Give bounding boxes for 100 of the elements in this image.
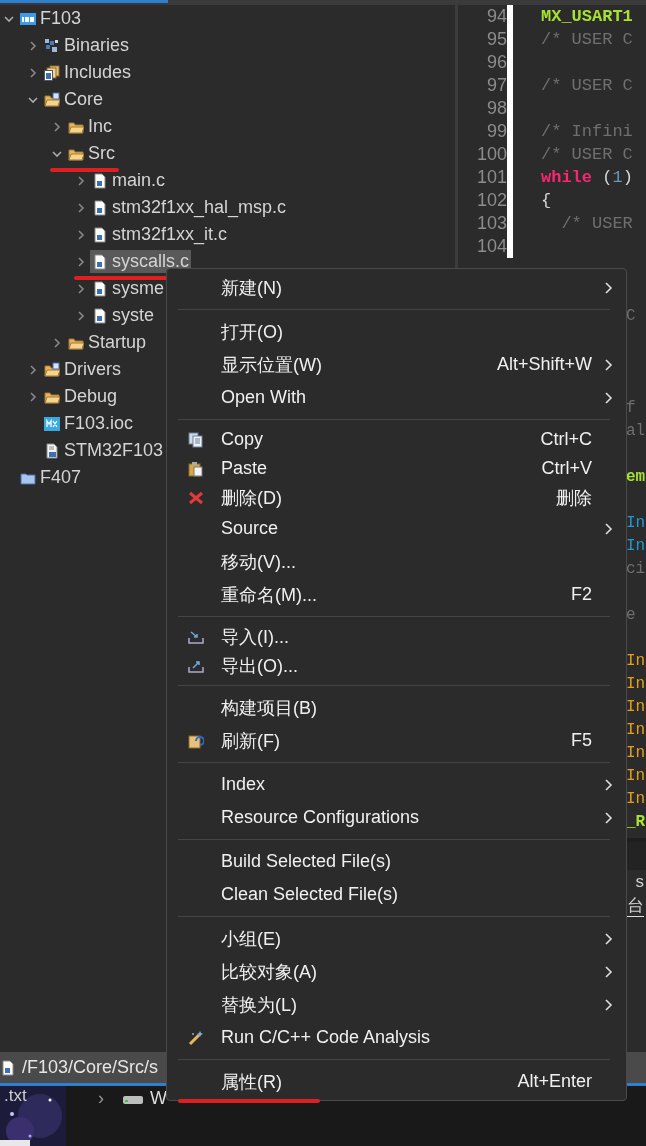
code-line: In bbox=[626, 743, 646, 762]
folder-icon bbox=[44, 361, 60, 378]
code-line: In bbox=[626, 536, 646, 555]
menu-item[interactable]: Resource Configurations bbox=[167, 801, 626, 834]
tree-item[interactable]: Includes bbox=[42, 61, 134, 84]
tree-item[interactable]: Debug bbox=[42, 385, 120, 408]
menu-item[interactable]: Clean Selected File(s) bbox=[167, 878, 626, 911]
menu-item[interactable]: 新建(N) bbox=[167, 271, 626, 304]
tree-item[interactable]: sysme bbox=[90, 277, 166, 300]
code-line: em bbox=[626, 467, 646, 486]
tree-item[interactable]: Core bbox=[42, 88, 105, 111]
file-icon bbox=[92, 253, 108, 270]
file-icon bbox=[92, 226, 108, 243]
code-line: while (1) bbox=[541, 168, 633, 187]
tree-item[interactable]: Drivers bbox=[42, 358, 123, 381]
file-icon bbox=[44, 442, 60, 459]
code-line: In bbox=[626, 720, 646, 739]
menu-item[interactable]: 导出(O)... bbox=[167, 651, 626, 680]
line-number: 102 bbox=[475, 190, 507, 211]
code-line: _R bbox=[626, 812, 646, 831]
menu-item[interactable]: 导入(I)... bbox=[167, 622, 626, 651]
breadcrumb-separator: › bbox=[98, 1088, 104, 1109]
menu-item[interactable]: Copy Ctrl+C bbox=[167, 425, 626, 454]
file-icon bbox=[0, 1059, 16, 1076]
menu-item[interactable]: 打开(O) bbox=[167, 315, 626, 348]
menu-item[interactable]: Paste Ctrl+V bbox=[167, 454, 626, 483]
tree-item[interactable]: Binaries bbox=[42, 34, 132, 57]
delete-icon bbox=[188, 489, 204, 506]
wand-icon bbox=[188, 1029, 204, 1046]
code-line: ci bbox=[626, 559, 646, 578]
menu-item[interactable]: 显示位置(W) Alt+Shift+W bbox=[167, 348, 626, 381]
menu-item[interactable]: 移动(V)... bbox=[167, 545, 626, 578]
tree-item[interactable]: main.c bbox=[90, 169, 167, 192]
code-line: C bbox=[626, 306, 636, 325]
code-line: In bbox=[626, 651, 646, 670]
project-icon bbox=[20, 10, 36, 27]
includes-icon bbox=[44, 64, 60, 81]
code-line: /* USER C bbox=[541, 30, 633, 49]
code-line: f bbox=[626, 398, 636, 417]
menu-item[interactable]: 刷新(F) F5 bbox=[167, 724, 626, 757]
tree-item[interactable]: Inc bbox=[66, 115, 114, 138]
menu-item[interactable]: 删除(D) 删除 bbox=[167, 483, 626, 512]
menu-item[interactable]: 构建项目(B) bbox=[167, 691, 626, 724]
tree-item[interactable]: Startup bbox=[66, 331, 149, 354]
code-line: /* USER C bbox=[541, 145, 633, 164]
folder-icon bbox=[44, 91, 60, 108]
file-name[interactable]: .txt bbox=[4, 1086, 27, 1106]
line-number: 97 bbox=[485, 75, 507, 96]
menu-item[interactable]: 替换为(L) bbox=[167, 988, 626, 1021]
file-icon bbox=[92, 172, 108, 189]
code-line: al bbox=[626, 421, 646, 440]
file-icon bbox=[44, 415, 60, 432]
code-line: In bbox=[626, 513, 646, 532]
line-number: 98 bbox=[485, 98, 507, 119]
file-icon bbox=[92, 199, 108, 216]
tree-item[interactable]: F103.ioc bbox=[42, 412, 136, 435]
line-number: 100 bbox=[475, 144, 507, 165]
menu-item[interactable]: Source bbox=[167, 512, 626, 545]
code-line: { bbox=[541, 191, 552, 210]
menu-item[interactable]: Open With bbox=[167, 381, 626, 414]
tree-item[interactable]: syste bbox=[90, 304, 156, 327]
menu-item[interactable]: 属性(R) Alt+Enter bbox=[167, 1065, 626, 1098]
line-number: 96 bbox=[485, 52, 507, 73]
copy-icon bbox=[188, 431, 204, 448]
line-number: 103 bbox=[475, 213, 507, 234]
binaries-icon bbox=[44, 37, 60, 54]
tree-item[interactable]: stm32f1xx_hal_msp.c bbox=[90, 196, 289, 219]
file-path: /F103/Core/Src/s bbox=[22, 1057, 159, 1078]
code-line: /* USER bbox=[560, 214, 633, 233]
code-line: /* Infini bbox=[541, 122, 633, 141]
tree-item[interactable]: Src bbox=[66, 142, 117, 165]
panel-tab[interactable]: s bbox=[635, 870, 644, 894]
refresh-icon bbox=[188, 732, 204, 749]
code-line: In bbox=[626, 697, 646, 716]
tree-item[interactable]: stm32f1xx_it.c bbox=[90, 223, 230, 246]
drive-label[interactable]: W bbox=[150, 1088, 167, 1109]
code-line: In bbox=[626, 766, 646, 785]
tree-item[interactable]: F103 bbox=[18, 7, 84, 30]
menu-item[interactable]: 重命名(M)... F2 bbox=[167, 578, 626, 611]
code-line: MX_USART1 bbox=[541, 7, 633, 26]
code-line: e bbox=[626, 605, 636, 624]
tree-item[interactable]: F407 bbox=[18, 466, 84, 489]
line-number: 94 bbox=[485, 6, 507, 27]
line-number: 101 bbox=[475, 167, 507, 188]
menu-item[interactable]: Index bbox=[167, 768, 626, 801]
tree-item[interactable]: syscalls.c bbox=[90, 250, 191, 273]
import-icon bbox=[188, 628, 204, 645]
menu-item[interactable]: Run C/C++ Code Analysis bbox=[167, 1021, 626, 1054]
file-icon bbox=[92, 280, 108, 297]
line-number: 95 bbox=[485, 29, 507, 50]
tree-item[interactable]: STM32F103 bbox=[42, 439, 166, 462]
menu-item[interactable]: 比较对象(A) bbox=[167, 955, 626, 988]
code-line: /* USER C bbox=[541, 76, 633, 95]
paste-icon bbox=[188, 460, 204, 477]
code-line: In bbox=[626, 674, 646, 693]
line-number: 99 bbox=[485, 121, 507, 142]
file-icon bbox=[92, 307, 108, 324]
code-line: In bbox=[626, 789, 646, 808]
menu-item[interactable]: 小组(E) bbox=[167, 922, 626, 955]
menu-item[interactable]: Build Selected File(s) bbox=[167, 845, 626, 878]
